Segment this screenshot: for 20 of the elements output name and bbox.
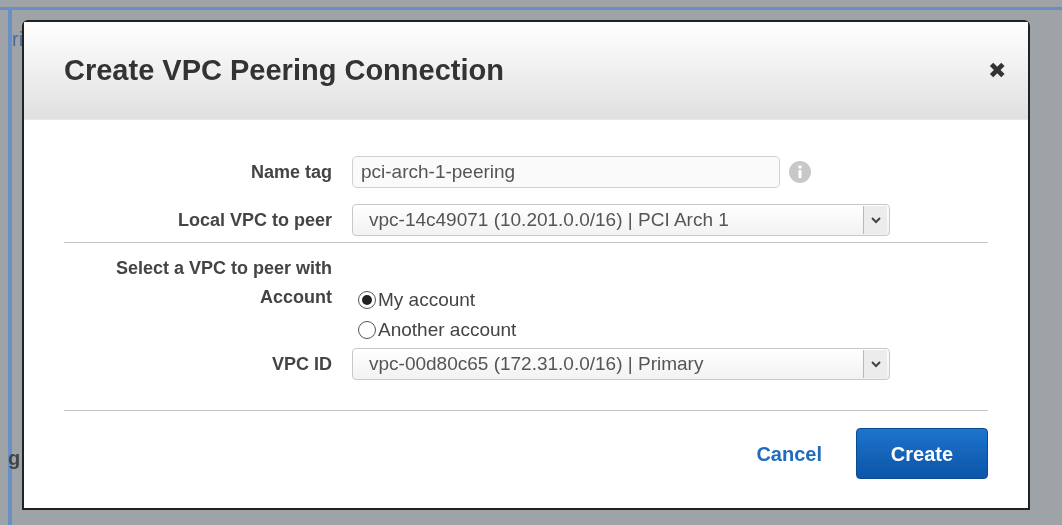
field-label: Name tag: [250, 161, 332, 182]
account-radio[interactable]: My account: [358, 284, 517, 316]
close-button[interactable]: ✖: [986, 54, 1008, 87]
background-text: ri: [12, 27, 24, 52]
caret-icon: [870, 216, 881, 224]
background-text: g: [8, 446, 21, 471]
cancel-link[interactable]: Cancel: [756, 438, 822, 469]
field-label: VPC ID: [272, 353, 332, 374]
create-button[interactable]: Create: [856, 428, 988, 479]
local-vpc-select[interactable]: vpc-14c49071 (10.201.0.0/16) | PCI Arch 1: [352, 204, 890, 236]
dropdown-button[interactable]: [863, 350, 887, 378]
caret-icon: [870, 360, 881, 368]
field-label: Local VPC to peer: [177, 209, 332, 230]
vpc-id-select[interactable]: vpc-00d80c65 (172.31.0.0/16) | Primary: [352, 348, 890, 380]
name-tag-field[interactable]: pci-arch-1-peering: [352, 156, 780, 188]
dropdown-button[interactable]: [863, 206, 887, 234]
account-radio[interactable]: Another account: [358, 314, 517, 346]
dialog-title: Create VPC Peering Connection: [64, 52, 504, 88]
field-label: Select a VPC to peer with: [115, 258, 332, 278]
field-label: Account: [260, 287, 332, 307]
